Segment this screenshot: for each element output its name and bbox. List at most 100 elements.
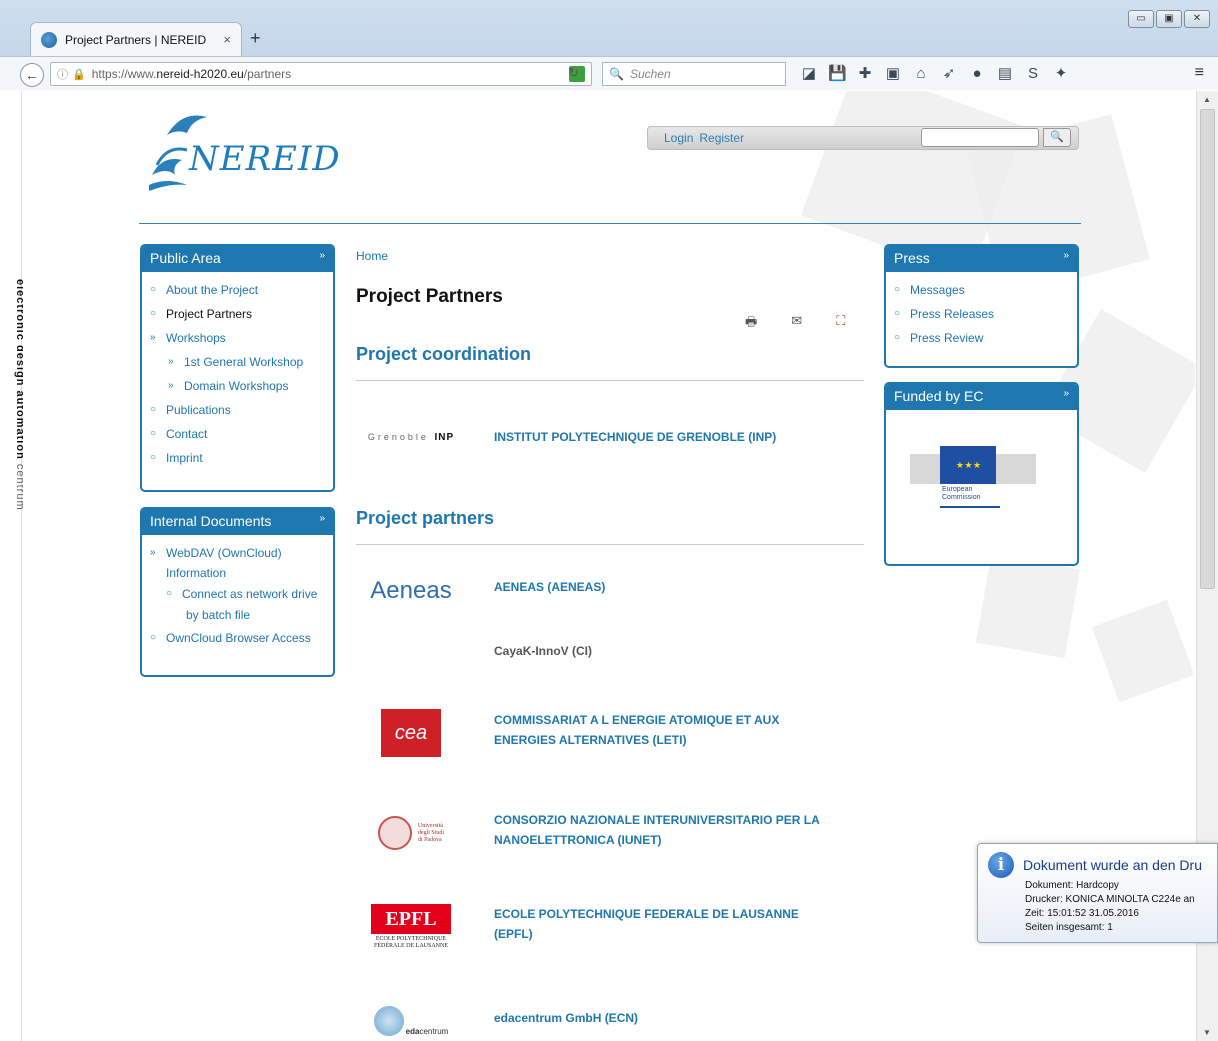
notification-line: Seiten insgesamt: 1 (1025, 922, 1113, 933)
cloud-icon (373, 1006, 404, 1036)
reader-list-icon[interactable]: ▤ (996, 64, 1014, 82)
send-icon[interactable]: ➶ (940, 64, 958, 82)
maximize-button[interactable]: ▣ (1156, 10, 1182, 28)
new-tab-button[interactable]: + (250, 28, 261, 49)
collapse-chevron-icon[interactable]: » (1063, 250, 1069, 268)
partner-name: CayaK-InnoV (CI) (494, 644, 593, 658)
save-icon[interactable]: 💾 (828, 64, 847, 82)
press-header[interactable]: Press» (886, 246, 1077, 272)
menu-item-publications[interactable]: ○ Publications (150, 398, 325, 422)
public-area-box: Public Area» ○ About the Project ○ Project… (140, 244, 335, 492)
menu-item-1st-general-workshop[interactable]: » 1st General Workshop (150, 350, 325, 374)
partner-entry: CayaK-InnoV (CI) (356, 631, 864, 691)
partner-entry: Aeneas AENEAS (AENEAS) (356, 561, 864, 621)
email-icon[interactable]: ✉ (791, 313, 802, 335)
notification-line: Zeit: 15:01:52 31.05.2016 (1025, 908, 1139, 919)
menu-item-contact[interactable]: ○ Contact (150, 422, 325, 446)
coordinator-entry: Grenoble INP INSTITUT POLYTECHNIQUE DE G… (356, 407, 864, 467)
partner-entry: edacentrum edacentrum GmbH (ECN) (356, 991, 864, 1041)
aeneas-logo[interactable]: Aeneas (356, 561, 466, 621)
site-search-button[interactable]: 🔍 (1043, 128, 1071, 147)
partner-entry: cea COMMISSARIAT A L ENERGIE ATOMIQUE ET… (356, 703, 864, 763)
edacentrum-logo[interactable]: edacentrum (356, 991, 466, 1041)
search-icon: 🔍 (609, 67, 624, 81)
minimize-button[interactable]: ▭ (1128, 10, 1154, 28)
browser-search-input[interactable]: 🔍 Suchen (602, 62, 786, 86)
building-decoration (910, 454, 940, 484)
login-link[interactable]: Login (664, 131, 693, 145)
menu-item-domain-workshops[interactable]: » Domain Workshops (150, 374, 325, 398)
menu-item-webdav[interactable]: » WebDAV (OwnCloud) (150, 543, 325, 563)
partner-link[interactable]: COMMISSARIAT A L ENERGIE ATOMIQUE ET AUX… (494, 710, 854, 750)
eu-flag-icon: ★ ★ ★ (940, 446, 996, 484)
browser-chrome: Project Partners | NEREID × + ▭ ▣ ✕ ← ⓘ … (0, 0, 1218, 90)
collapse-chevron-icon[interactable]: » (319, 513, 325, 531)
internal-documents-header[interactable]: Internal Documents» (142, 509, 333, 535)
menu-item-workshops[interactable]: » Workshops (150, 326, 325, 350)
notification-line: Drucker: KONICA MINOLTA C224e an (1025, 894, 1195, 905)
european-commission-logo[interactable]: ★ ★ ★ European Commission (910, 434, 1056, 524)
chat-icon[interactable]: ● (968, 65, 986, 82)
url-text: https://www.nereid-h2020.eu/partners (91, 67, 292, 81)
background-decoration (1091, 599, 1195, 703)
partner-entry: Università degli Studi di Padova CONSORZIO… (356, 803, 864, 863)
url-bar[interactable]: ⓘ 🔒 https://www.nereid-h2020.eu/partners (50, 62, 592, 86)
partner-link[interactable]: CONSORZIO NAZIONALE INTERUNIVERSITARIO P… (494, 810, 854, 850)
info-icon: i (988, 852, 1014, 878)
partner-link[interactable]: AENEAS (AENEAS) (494, 577, 854, 597)
press-item-review[interactable]: ○ Press Review (894, 326, 1069, 350)
back-button[interactable]: ← (20, 63, 44, 87)
addon2-icon[interactable]: ▣ (884, 64, 902, 82)
info-icon[interactable]: ⓘ (57, 66, 68, 82)
collapse-chevron-icon[interactable]: » (319, 250, 325, 268)
scroll-up-icon[interactable]: ▲ (1203, 95, 1211, 104)
ec-underline (940, 506, 1000, 508)
menu-item-project-partners[interactable]: ○ Project Partners (150, 302, 325, 326)
tab-close-icon[interactable]: × (223, 32, 231, 47)
addon-icon[interactable]: ✚ (856, 64, 874, 82)
site-search-input[interactable] (921, 128, 1039, 147)
nereid-logo[interactable]: NEREID (147, 105, 347, 195)
epfl-logo[interactable]: EPFL ÉCOLE POLYTECHNIQUE FÉDÉRALE DE LAUS… (356, 897, 466, 957)
scroll-thumb[interactable] (1200, 109, 1215, 589)
print-notification[interactable]: i Dokument wurde an den Dru Dokument: Ha… (977, 843, 1218, 943)
header-divider (139, 223, 1081, 224)
menu-item-batch-file[interactable]: by batch file (150, 605, 325, 625)
coordination-heading: Project coordination (356, 344, 532, 364)
extension-icon[interactable]: ✦ (1052, 64, 1070, 82)
menu-item-imprint[interactable]: ○ Imprint (150, 446, 325, 470)
public-area-header[interactable]: Public Area» (142, 246, 333, 272)
home-icon[interactable]: ⌂ (912, 65, 930, 82)
register-link[interactable]: Register (699, 131, 744, 145)
press-item-messages[interactable]: ○ Messages (894, 278, 1069, 302)
hamburger-menu-icon[interactable]: ≡ (1195, 64, 1204, 82)
breadcrumb-home[interactable]: Home (356, 249, 388, 263)
menu-item-about[interactable]: ○ About the Project (150, 278, 325, 302)
notification-line: Dokument: Hardcopy (1025, 880, 1119, 891)
lock-icon[interactable]: 🔒 (72, 68, 86, 81)
menu-item-connect-network-drive[interactable]: ○ Connect as network drive (150, 583, 325, 605)
reload-icon[interactable]: ↻ (568, 65, 579, 81)
background-decoration (975, 553, 1081, 659)
collapse-chevron-icon[interactable]: » (1063, 388, 1069, 406)
menu-item-webdav-information[interactable]: Information (150, 563, 325, 583)
skype-icon[interactable]: S (1024, 65, 1042, 82)
pdf-icon[interactable]: ⛶ (836, 313, 845, 335)
close-window-button[interactable]: ✕ (1184, 10, 1210, 28)
cea-logo[interactable]: cea (356, 703, 466, 763)
padova-logo[interactable]: Università degli Studi di Padova (356, 803, 466, 863)
toolbar-icons: ◪ 💾 ✚ ▣ ⌂ ➶ ● ▤ S ✦ (800, 64, 1070, 83)
press-item-releases[interactable]: ○ Press Releases (894, 302, 1069, 326)
inp-logo[interactable]: Grenoble INP (356, 407, 466, 467)
pocket-icon[interactable]: ◪ (800, 64, 818, 82)
print-icon[interactable]: 🖶 (745, 313, 757, 335)
tab-project-partners[interactable]: Project Partners | NEREID × (30, 22, 242, 56)
notification-title: Dokument wurde an den Dru (1023, 857, 1202, 873)
partner-link[interactable]: edacentrum GmbH (ECN) (494, 1008, 854, 1028)
tab-title: Project Partners | NEREID (65, 32, 207, 47)
coordinator-link[interactable]: INSTITUT POLYTECHNIQUE DE GRENOBLE (INP) (494, 427, 854, 447)
funded-by-ec-header[interactable]: Funded by EC» (886, 384, 1077, 410)
menu-item-owncloud-browser[interactable]: ○ OwnCloud Browser Access (150, 625, 325, 651)
scroll-down-icon[interactable]: ▼ (1203, 1028, 1211, 1037)
partner-link[interactable]: ECOLE POLYTECHNIQUE FEDERALE DE LAUSANNE… (494, 904, 854, 944)
